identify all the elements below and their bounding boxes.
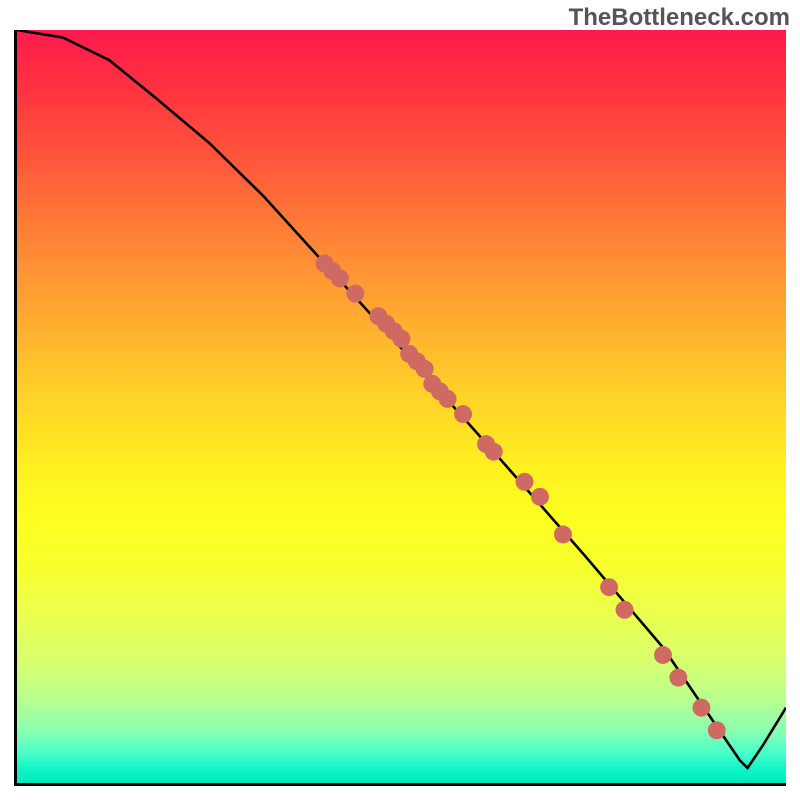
data-marker	[485, 443, 503, 461]
curve-markers	[316, 255, 726, 740]
plot-area	[14, 30, 786, 786]
data-marker	[654, 646, 672, 664]
data-marker	[708, 721, 726, 739]
data-marker	[439, 390, 457, 408]
data-marker	[554, 526, 572, 544]
data-marker	[669, 669, 687, 687]
data-marker	[531, 488, 549, 506]
data-marker	[454, 405, 472, 423]
chart-container: TheBottleneck.com	[0, 0, 800, 800]
data-marker	[692, 699, 710, 717]
data-marker	[616, 601, 634, 619]
data-marker	[331, 270, 349, 288]
data-marker	[600, 578, 618, 596]
watermark-text: TheBottleneck.com	[569, 4, 790, 32]
chart-svg	[17, 30, 786, 783]
data-marker	[516, 473, 534, 491]
data-marker	[346, 285, 364, 303]
